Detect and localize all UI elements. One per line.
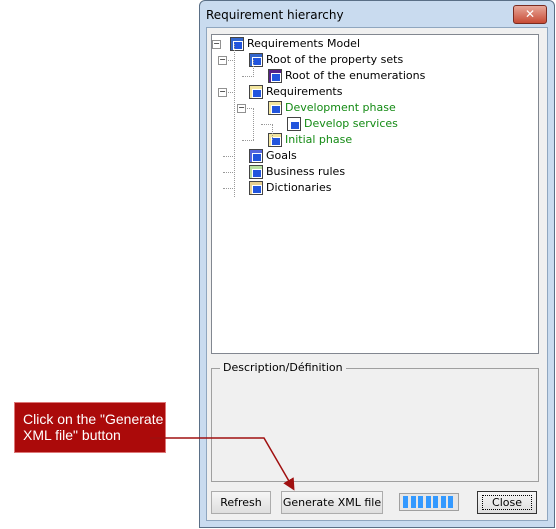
callout-arrow xyxy=(150,437,295,491)
